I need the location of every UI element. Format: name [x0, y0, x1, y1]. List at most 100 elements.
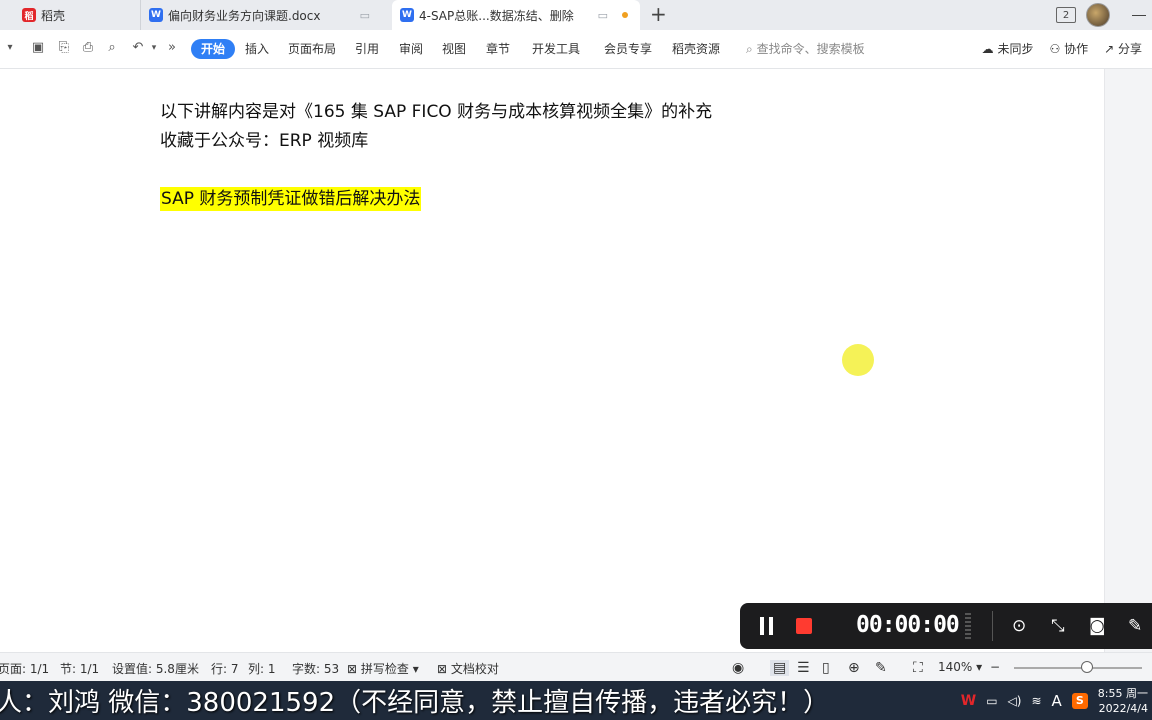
- doc-paragraph-source[interactable]: 收藏于公众号：ERP 视频库: [160, 126, 368, 151]
- menu-layout[interactable]: 页面布局: [288, 40, 336, 58]
- search-placeholder: 查找命令、搜索模板: [756, 42, 865, 56]
- highlighted-text: SAP 财务预制凭证做错后解决办法: [160, 187, 422, 211]
- tab-doc-1[interactable]: W 偏向财务业务方向课题.docx ▭: [140, 0, 390, 30]
- status-bar: 页面: 1/1 节: 1/1 设置值: 5.8厘米 行: 7 列: 1 字数: …: [0, 652, 1152, 682]
- menu-dev-tools[interactable]: 开发工具: [532, 40, 580, 58]
- share-label: 分享: [1117, 42, 1142, 56]
- spell-check-label: 拼写检查: [360, 662, 409, 676]
- tab-monitor-icon[interactable]: ▭: [360, 9, 370, 22]
- proofread-icon: ⊠: [437, 662, 448, 676]
- daoke-icon: 稻: [22, 8, 36, 22]
- print-icon[interactable]: ⎙: [80, 40, 96, 56]
- zoom-level[interactable]: 140% ▾: [938, 660, 982, 674]
- ime-indicator[interactable]: A: [1052, 692, 1062, 710]
- zoom-value: 140%: [938, 660, 973, 674]
- status-col: 列: 1: [248, 662, 276, 676]
- drag-handle[interactable]: [965, 613, 971, 639]
- collab-button[interactable]: ⚇ 协作: [1049, 40, 1088, 57]
- wps-doc-icon: W: [149, 8, 163, 22]
- command-search[interactable]: ⌕ 查找命令、搜索模板: [746, 40, 865, 57]
- minimize-icon[interactable]: [1132, 14, 1146, 16]
- undo-dropdown-icon[interactable]: ▾: [146, 40, 162, 56]
- watermark-overlay: 人：刘鸿 微信：380021592（不经同意，禁止擅自传播，违者必究！）: [0, 688, 830, 718]
- proofread-label: 文档校对: [450, 662, 499, 676]
- stop-record-icon[interactable]: [796, 618, 812, 634]
- cloud-icon: ☁: [981, 42, 994, 56]
- status-row: 行: 7: [211, 662, 239, 676]
- cursor-highlight: [842, 344, 874, 376]
- fit-page-icon[interactable]: ⛶: [913, 660, 923, 676]
- more-chevron-icon[interactable]: »: [164, 40, 180, 56]
- proofread-button[interactable]: ⊠ 文档校对: [437, 660, 499, 677]
- tab-label: 偏向财务业务方向课题.docx: [168, 8, 321, 23]
- right-side-panel: [1104, 69, 1152, 652]
- menu-resources[interactable]: 稻壳资源: [672, 40, 720, 58]
- tab-label: 稻壳: [41, 8, 66, 23]
- chevron-down-icon[interactable]: ▾: [2, 40, 18, 56]
- menu-reference[interactable]: 引用: [355, 40, 379, 58]
- divider: [992, 611, 993, 641]
- collab-label: 协作: [1064, 42, 1089, 56]
- user-icon: ⚇: [1049, 42, 1061, 56]
- status-section: 节: 1/1: [60, 662, 100, 676]
- menu-review[interactable]: 审阅: [399, 40, 423, 58]
- save-icon[interactable]: ▣: [30, 40, 46, 56]
- clock[interactable]: 8:55 周一 2022/4/4: [1098, 686, 1148, 716]
- sync-label: 未同步: [997, 42, 1034, 56]
- outline-view-icon[interactable]: ☰: [797, 660, 810, 676]
- user-avatar[interactable]: [1086, 3, 1110, 27]
- menu-view[interactable]: 视图: [442, 40, 466, 58]
- menu-member[interactable]: 会员专享: [604, 40, 652, 58]
- tab-daoke[interactable]: 稻 稻壳: [14, 0, 136, 30]
- volume-icon[interactable]: ◁): [1008, 694, 1022, 708]
- record-timer: 00:00:00: [856, 612, 960, 638]
- export-pdf-icon[interactable]: ⎘: [56, 40, 72, 56]
- wps-tray-icon[interactable]: W: [961, 693, 976, 709]
- search-icon: ⌕: [746, 42, 753, 56]
- print-preview-icon[interactable]: ⌕: [104, 40, 120, 56]
- doc-paragraph-intro[interactable]: 以下讲解内容是对《165 集 SAP FICO 财务与成本核算视频全集》的补充: [160, 97, 712, 122]
- status-setting: 设置值: 5.8厘米: [112, 662, 199, 676]
- undo-icon[interactable]: ↶: [130, 40, 146, 56]
- tab-doc-2[interactable]: W 4-SAP总账...数据冻结、删除 ▭: [392, 0, 640, 30]
- camera-icon[interactable]: ◙: [1089, 615, 1106, 637]
- screen-recorder-bar: 00:00:00 ⊙ ⤡ ◙ ✎: [740, 603, 1152, 649]
- status-page[interactable]: 页面: 1/1: [0, 660, 49, 677]
- tab-monitor-icon[interactable]: ▭: [598, 9, 608, 22]
- menu-start[interactable]: 开始: [191, 39, 236, 59]
- zoom-slider[interactable]: [1014, 667, 1142, 669]
- clock-date: 2022/4/4: [1098, 701, 1148, 715]
- spell-check-icon: ⊠: [347, 662, 358, 676]
- new-tab-plus-icon[interactable]: +: [650, 4, 667, 24]
- pen-icon[interactable]: ✎: [1128, 615, 1142, 637]
- share-icon: ↗: [1104, 42, 1115, 56]
- wps-doc-icon: W: [400, 8, 414, 22]
- doc-heading-highlighted[interactable]: SAP 财务预制凭证做错后解决办法: [160, 184, 422, 211]
- read-view-icon[interactable]: ▯: [822, 660, 830, 676]
- page-view-icon[interactable]: ▤: [770, 660, 790, 676]
- unsaved-dot-icon: [622, 12, 628, 18]
- menu-section[interactable]: 章节: [486, 40, 510, 58]
- status-wordcount[interactable]: 字数: 53: [292, 660, 339, 677]
- share-button[interactable]: ↗ 分享: [1104, 40, 1142, 57]
- zoom-out-icon[interactable]: −: [990, 660, 1000, 674]
- window-controls: 2: [1056, 0, 1152, 30]
- battery-icon[interactable]: ▭: [986, 694, 997, 708]
- pause-icon[interactable]: [760, 617, 774, 635]
- menu-insert[interactable]: 插入: [245, 40, 269, 58]
- spell-check-button[interactable]: ⊠ 拼写检查 ▾: [347, 660, 419, 677]
- collapse-icon[interactable]: ⤡: [1051, 615, 1065, 637]
- screenshot-region-icon[interactable]: ⊙: [1012, 615, 1026, 637]
- wifi-icon[interactable]: ≋: [1031, 694, 1041, 708]
- tab-label: 4-SAP总账...数据冻结、删除: [419, 8, 574, 23]
- top-right-actions: ☁ 未同步 ⚇ 协作 ↗ 分享: [982, 40, 1142, 57]
- sogou-ime-icon[interactable]: S: [1071, 692, 1088, 709]
- draw-icon[interactable]: ✎: [875, 660, 887, 676]
- system-tray: W ▭ ◁) ≋ A S 8:55 周一 2022/4/4: [961, 681, 1152, 720]
- window-count-badge[interactable]: 2: [1056, 7, 1076, 23]
- web-view-icon[interactable]: ⊕: [848, 660, 860, 676]
- zoom-slider-handle[interactable]: [1081, 661, 1093, 673]
- document-page[interactable]: 以下讲解内容是对《165 集 SAP FICO 财务与成本核算视频全集》的补充 …: [0, 69, 1104, 652]
- eye-protect-icon[interactable]: ◉: [732, 660, 744, 676]
- sync-button[interactable]: ☁ 未同步: [982, 40, 1034, 57]
